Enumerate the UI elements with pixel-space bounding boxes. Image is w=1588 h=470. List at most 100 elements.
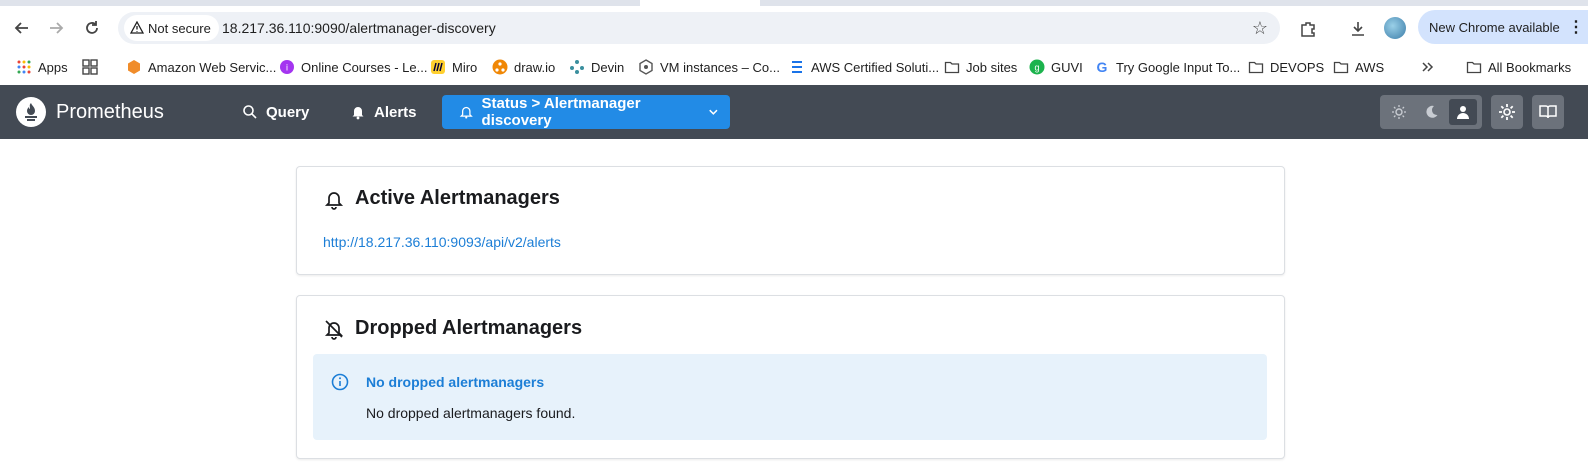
svg-text:G: G — [1097, 59, 1108, 75]
bookmark-udemy[interactable]: i Online Courses - Le... — [279, 58, 427, 76]
bookmark-guvi[interactable]: g GUVI — [1029, 58, 1083, 76]
light-theme-button[interactable] — [1385, 99, 1413, 125]
new-chrome-label: New Chrome available — [1429, 19, 1560, 35]
active-alertmanagers-card: Active Alertmanagers http://18.217.36.11… — [296, 166, 1285, 275]
gcp-icon — [638, 59, 654, 75]
nav-alerts-label: Alerts — [374, 103, 417, 121]
udemy-icon: i — [279, 59, 295, 75]
apps-grid-icon — [16, 59, 32, 75]
notice-title: No dropped alertmanagers — [366, 374, 545, 390]
bell-icon — [459, 106, 473, 119]
back-button[interactable] — [8, 14, 36, 42]
bookmark-miro[interactable]: Miro — [430, 58, 477, 76]
double-chevron-right-icon — [1420, 59, 1436, 75]
back-arrow-icon — [14, 22, 28, 34]
bookmarks-bar: Apps Amazon Web Servic... i Online Cours… — [0, 50, 1588, 85]
book-icon — [1539, 105, 1557, 119]
tab-groups-icon — [82, 59, 98, 75]
docs-button[interactable] — [1532, 95, 1564, 129]
folder-icon — [944, 59, 960, 75]
miro-icon — [430, 59, 446, 75]
prometheus-navbar: Prometheus Query Alerts Status > Alertma… — [0, 85, 1588, 139]
devin-icon — [569, 59, 585, 75]
bookmark-aws-folder[interactable]: AWS — [1333, 58, 1384, 76]
address-bar[interactable]: Not secure 18.217.36.110:9090/alertmanag… — [118, 12, 1280, 44]
info-notice: No dropped alertmanagers No dropped aler… — [313, 354, 1267, 440]
moon-icon — [1426, 105, 1438, 118]
nav-query[interactable]: Query — [232, 94, 319, 130]
gear-icon — [1499, 104, 1515, 120]
info-circle-icon — [331, 373, 349, 391]
bookmark-label: Apps — [38, 59, 68, 75]
bell-icon — [324, 192, 344, 210]
url-text[interactable]: 18.217.36.110:9090/alertmanager-discover… — [222, 20, 496, 36]
bookmark-label: draw.io — [514, 59, 556, 75]
bookmark-drawio[interactable]: draw.io — [492, 58, 555, 76]
folder-icon — [1466, 59, 1482, 75]
bookmark-label: AWS Certified Soluti... — [811, 59, 940, 75]
bookmark-label: AWS — [1355, 59, 1385, 75]
browser-toolbar: Not secure 18.217.36.110:9090/alertmanag… — [0, 6, 1588, 50]
bookmarks-overflow-button[interactable] — [1420, 58, 1436, 76]
forward-button[interactable] — [42, 14, 70, 42]
bookmark-star-icon[interactable]: ☆ — [1252, 18, 1268, 39]
bookmark-label: DEVOPS — [1270, 59, 1325, 75]
bookmark-aws-console[interactable]: Amazon Web Servic... — [126, 58, 276, 76]
svg-text:g: g — [1034, 63, 1039, 73]
chevron-down-icon — [709, 109, 718, 115]
nav-status-label: Status > Alertmanager discovery — [481, 95, 641, 129]
bookmark-label: Devin — [591, 59, 625, 75]
bell-icon — [352, 107, 364, 120]
forward-arrow-icon — [50, 22, 64, 34]
folder-icon — [1248, 59, 1264, 75]
profile-avatar[interactable] — [1384, 17, 1406, 39]
download-icon[interactable] — [1346, 18, 1370, 40]
dark-theme-button[interactable] — [1417, 99, 1445, 125]
warning-triangle-icon — [130, 21, 144, 34]
bookmark-apps[interactable]: Apps — [16, 58, 68, 76]
more-menu-icon[interactable]: ⋮ — [1568, 17, 1584, 37]
active-alertmanagers-title: Active Alertmanagers — [355, 187, 560, 209]
bookmark-aws-certified[interactable]: AWS Certified Soluti... — [789, 58, 939, 76]
bookmark-google-input[interactable]: G Try Google Input To... — [1094, 58, 1241, 76]
theme-toggle-group — [1380, 95, 1482, 129]
dropped-alertmanagers-title: Dropped Alertmanagers — [355, 317, 583, 339]
prometheus-logo-icon[interactable] — [16, 97, 46, 127]
nav-query-label: Query — [266, 103, 310, 121]
folder-icon — [1333, 59, 1349, 75]
nav-alerts[interactable]: Alerts — [340, 94, 427, 130]
drawio-icon — [492, 59, 508, 75]
sun-icon — [1392, 105, 1406, 119]
bookmark-label: GUVI — [1051, 59, 1083, 75]
brand-title[interactable]: Prometheus — [56, 101, 164, 124]
alertmanager-url-link[interactable]: http://18.217.36.110:9093/api/v2/alerts — [323, 234, 561, 250]
bookmark-label: All Bookmarks — [1488, 59, 1572, 75]
bookmark-gcp-vm[interactable]: VM instances – Co... — [638, 58, 780, 76]
bookmark-label: Miro — [452, 59, 478, 75]
notice-body: No dropped alertmanagers found. — [366, 405, 576, 421]
bookmark-label: Try Google Input To... — [1116, 59, 1241, 75]
bookmark-all-bookmarks[interactable]: All Bookmarks — [1466, 58, 1571, 76]
bookmark-label: VM instances – Co... — [660, 59, 780, 75]
bookmark-label: Amazon Web Servic... — [148, 59, 277, 75]
dropped-alertmanagers-card: Dropped Alertmanagers No dropped alertma… — [296, 295, 1285, 459]
search-icon — [243, 105, 257, 119]
extensions-icon[interactable] — [1296, 18, 1320, 40]
bookmark-tab-groups[interactable] — [82, 58, 98, 76]
bookmark-devops[interactable]: DEVOPS — [1248, 58, 1324, 76]
doc-icon — [789, 59, 805, 75]
security-label: Not secure — [148, 20, 211, 36]
aws-cube-icon — [126, 59, 142, 75]
nav-status-dropdown[interactable]: Status > Alertmanager discovery — [442, 95, 730, 129]
auto-theme-button[interactable] — [1449, 99, 1477, 125]
svg-text:i: i — [286, 63, 288, 73]
new-chrome-button[interactable]: New Chrome available ⋮ — [1418, 10, 1588, 44]
security-chip[interactable]: Not secure — [124, 15, 219, 41]
reload-icon — [86, 21, 98, 34]
bookmark-job-sites[interactable]: Job sites — [944, 58, 1017, 76]
google-icon: G — [1094, 59, 1110, 75]
bookmark-label: Online Courses - Le... — [301, 59, 428, 75]
settings-button[interactable] — [1491, 95, 1523, 129]
bookmark-devin[interactable]: Devin — [569, 58, 624, 76]
reload-button[interactable] — [78, 14, 106, 42]
